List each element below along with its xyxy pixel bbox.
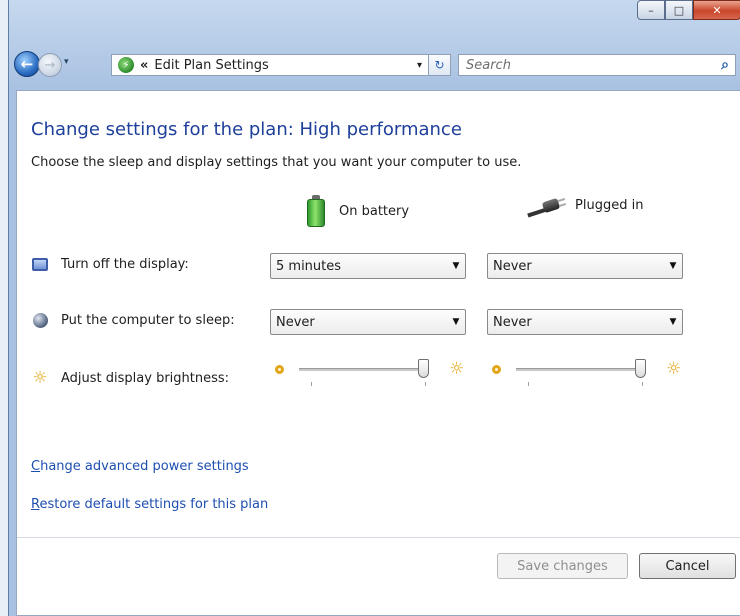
forward-arrow-icon: →	[44, 57, 56, 73]
refresh-button[interactable]: ↻	[429, 54, 451, 76]
slider-tick	[311, 382, 312, 386]
window-controls: – □ ✕	[637, 0, 740, 20]
display-on-battery-value: 5 minutes	[276, 258, 342, 274]
brightness-label: Adjust display brightness:	[61, 370, 230, 386]
moon-icon	[31, 311, 49, 329]
brightness-on-battery-slider[interactable]: ☼	[275, 358, 465, 388]
display-plugged-in-select[interactable]: Never ▼	[487, 253, 683, 279]
column-label-on-battery: On battery	[339, 203, 410, 219]
row-put-computer-to-sleep: Put the computer to sleep:	[31, 311, 235, 329]
close-icon: ✕	[712, 3, 722, 17]
sleep-on-battery-select[interactable]: Never ▼	[270, 309, 466, 335]
monitor-icon	[31, 255, 49, 273]
link-text: estore default settings for this plan	[39, 497, 269, 512]
slider-thumb[interactable]	[635, 359, 646, 378]
turn-off-display-label: Turn off the display:	[61, 256, 189, 272]
row-adjust-brightness: ☼ Adjust display brightness:	[31, 368, 230, 388]
slider-track[interactable]	[299, 368, 429, 371]
brightness-plugged-in-slider[interactable]: ☼	[492, 358, 682, 388]
back-arrow-icon: ←	[20, 55, 34, 73]
restore-default-settings-link[interactable]: Restore default settings for this plan	[31, 497, 268, 512]
slider-tick	[642, 382, 643, 386]
search-icon[interactable]: ⌕	[715, 57, 735, 73]
display-on-battery-select[interactable]: 5 minutes ▼	[270, 253, 466, 279]
sleep-plugged-in-select[interactable]: Never ▼	[487, 309, 683, 335]
back-button[interactable]: ←	[14, 51, 40, 77]
slider-thumb[interactable]	[418, 359, 429, 378]
chevron-down-icon: ▼	[452, 317, 460, 327]
slider-tick	[528, 382, 529, 386]
recent-pages-dropdown[interactable]: ▾	[64, 57, 69, 67]
battery-icon	[307, 195, 325, 227]
dim-brightness-icon	[492, 365, 501, 374]
bright-brightness-icon: ☼	[666, 359, 682, 379]
sleep-on-battery-value: Never	[276, 314, 315, 330]
change-advanced-power-settings-link[interactable]: Change advanced power settings	[31, 459, 249, 474]
row-turn-off-display: Turn off the display:	[31, 255, 189, 273]
content-panel: Change settings for the plan: High perfo…	[16, 90, 740, 616]
display-plugged-in-value: Never	[493, 258, 532, 274]
maximize-button[interactable]: □	[665, 0, 693, 20]
title-bar: – □ ✕	[9, 0, 740, 40]
access-key-letter: C	[31, 459, 41, 474]
dim-brightness-icon	[275, 365, 284, 374]
chevron-down-icon: ▼	[452, 261, 460, 271]
breadcrumb-overflow-chevron[interactable]: «	[140, 58, 148, 73]
footer-divider	[17, 537, 740, 538]
slider-tick	[425, 382, 426, 386]
save-changes-button[interactable]: Save changes	[497, 553, 628, 579]
page-description: Choose the sleep and display settings th…	[31, 155, 522, 170]
power-options-icon: ⚡	[118, 57, 134, 73]
column-header-on-battery: On battery	[307, 195, 409, 227]
page-title: Change settings for the plan: High perfo…	[31, 119, 462, 140]
search-box[interactable]: ⌕	[458, 54, 736, 76]
cancel-button[interactable]: Cancel	[639, 553, 736, 579]
column-label-plugged-in: Plugged in	[575, 197, 644, 213]
plug-icon	[527, 195, 567, 218]
address-bar[interactable]: ⚡ « Edit Plan Settings ▾	[111, 54, 429, 76]
navigation-bar: ← → ▾ ⚡ « Edit Plan Settings ▾ ↻ ⌕	[9, 42, 740, 84]
maximize-icon: □	[673, 3, 685, 17]
link-text: hange advanced power settings	[40, 459, 249, 474]
refresh-icon: ↻	[434, 58, 445, 72]
chevron-down-icon: ▼	[669, 317, 677, 327]
search-input[interactable]	[459, 56, 715, 74]
chevron-down-icon: ▼	[669, 261, 677, 271]
minimize-icon: –	[648, 3, 654, 17]
minimize-button[interactable]: –	[637, 0, 665, 20]
sleep-plugged-in-value: Never	[493, 314, 532, 330]
bright-brightness-icon: ☼	[449, 359, 465, 379]
forward-button[interactable]: →	[38, 53, 62, 77]
breadcrumb-edit-plan-settings[interactable]: Edit Plan Settings	[154, 58, 417, 73]
close-button[interactable]: ✕	[693, 0, 740, 20]
column-header-plugged-in: Plugged in	[527, 195, 644, 218]
sun-icon: ☼	[32, 368, 48, 388]
address-dropdown-icon[interactable]: ▾	[417, 60, 422, 71]
window-frame: – □ ✕ ← → ▾ ⚡ « Edit Plan Settings ▾ ↻ ⌕…	[8, 0, 740, 616]
sleep-label: Put the computer to sleep:	[61, 312, 235, 328]
slider-track[interactable]	[516, 368, 646, 371]
